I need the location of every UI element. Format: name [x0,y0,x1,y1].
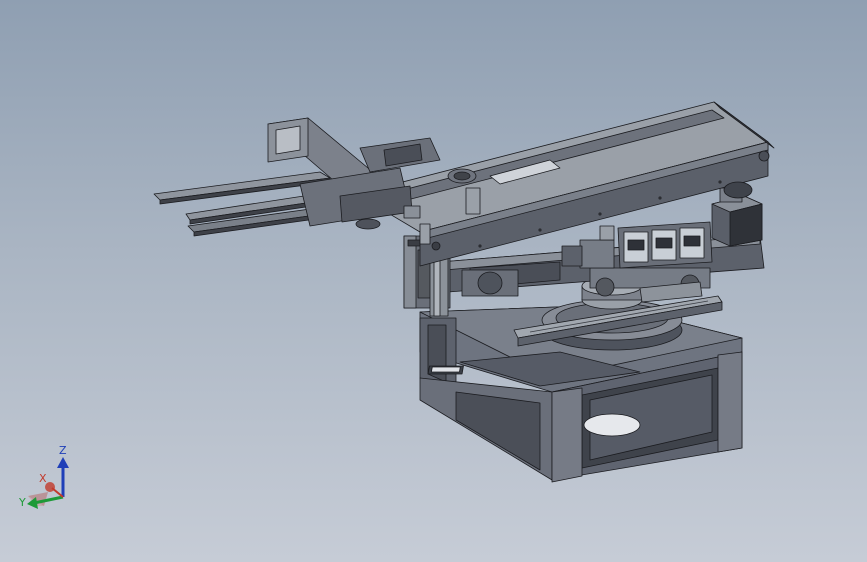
x-axis-label: X [39,472,47,485]
orientation-triad: Z X Y [18,444,69,509]
valve-bank[interactable] [561,221,713,269]
3d-viewport[interactable]: Z X Y [0,0,867,562]
y-axis-label: Y [18,496,26,509]
z-axis-label: Z [59,444,67,457]
gripper-fingers[interactable] [153,167,421,237]
cad-assembly-model[interactable] [0,0,867,562]
z-axis-arrow [57,457,69,497]
x-axis-arrow [45,482,64,498]
